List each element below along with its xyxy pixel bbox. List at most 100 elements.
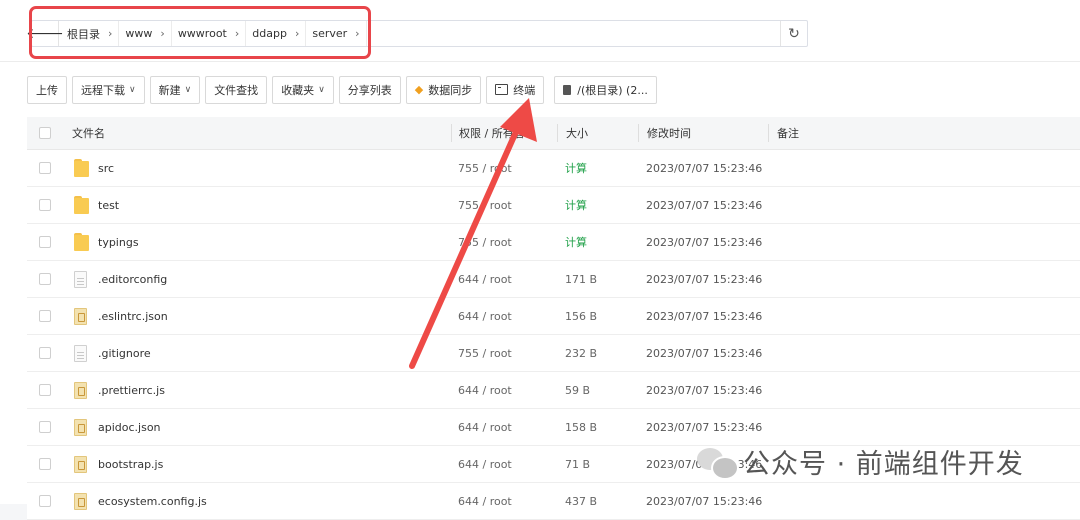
path-input-area[interactable]	[367, 21, 781, 46]
table-row[interactable]: .eslintrc.json 644 / root 156 B 2023/07/07 …	[27, 298, 1080, 335]
favorites-button[interactable]: 收藏夹 ∨	[272, 75, 334, 104]
text-file-icon	[74, 344, 87, 362]
button-label: 终端	[513, 83, 536, 97]
new-button[interactable]: 新建 ∨	[149, 75, 201, 104]
calculate-size-link[interactable]: 计算	[565, 187, 587, 223]
header-note[interactable]: 备注	[777, 117, 799, 149]
file-size: 156 B	[565, 309, 598, 323]
sync-icon: ◆	[414, 83, 424, 96]
permission-link[interactable]: 644 / root	[458, 446, 512, 482]
modified-time: 2023/07/07 15:23:46	[646, 309, 763, 323]
refresh-icon: ↻	[788, 25, 800, 42]
permission-link[interactable]: 644 / root	[458, 409, 512, 445]
row-checkbox[interactable]	[39, 310, 51, 322]
remote-download-button[interactable]: 远程下载 ∨	[72, 75, 145, 104]
modified-time: 2023/07/07 15:23:46	[646, 383, 763, 397]
file-size: 437 B	[565, 494, 598, 508]
data-sync-button[interactable]: ◆ 数据同步	[405, 75, 482, 104]
modified-time: 2023/07/07 15:23:46	[646, 272, 763, 286]
text-file-icon	[74, 270, 87, 288]
watermark-text: 公众号 · 前端组件开发	[743, 448, 1024, 480]
column-divider[interactable]	[451, 124, 452, 142]
code-file-icon	[74, 492, 87, 510]
modified-time: 2023/07/07 15:23:46	[646, 494, 763, 508]
table-row[interactable]: test 755 / root 计算 2023/07/07 15:23:46	[27, 187, 1080, 224]
file-name-link[interactable]: src	[98, 162, 114, 175]
header-perm[interactable]: 权限 / 所有者	[459, 117, 525, 149]
row-checkbox[interactable]	[39, 199, 51, 211]
calculate-size-link[interactable]: 计算	[565, 150, 587, 186]
row-checkbox[interactable]	[39, 162, 51, 174]
table-row[interactable]: .gitignore 755 / root 232 B 2023/07/07 15:2…	[27, 335, 1080, 372]
file-name-link[interactable]: .eslintrc.json	[98, 310, 168, 323]
permission-link[interactable]: 755 / root	[458, 150, 512, 186]
file-name-link[interactable]: .prettierrc.js	[98, 384, 165, 397]
table-row[interactable]: .editorconfig 644 / root 171 B 2023/07/07 1…	[27, 261, 1080, 298]
table-row[interactable]: .prettierrc.js 644 / root 59 B 2023/07/07 1…	[27, 372, 1080, 409]
code-file-icon	[74, 381, 87, 399]
button-label: 新建	[158, 83, 181, 97]
table-row[interactable]: src 755 / root 计算 2023/07/07 15:23:46	[27, 150, 1080, 187]
file-name-link[interactable]: .gitignore	[98, 347, 151, 360]
permission-link[interactable]: 644 / root	[458, 372, 512, 408]
row-checkbox[interactable]	[39, 495, 51, 507]
disk-icon	[563, 84, 572, 95]
permission-link[interactable]: 644 / root	[458, 483, 512, 519]
file-name-link[interactable]: ecosystem.config.js	[98, 495, 207, 508]
share-list-button[interactable]: 分享列表	[338, 75, 401, 104]
modified-time: 2023/07/07 15:23:46	[646, 235, 763, 249]
table-row[interactable]: ecosystem.config.js 644 / root 437 B 2023/0…	[27, 483, 1080, 520]
calculate-size-link[interactable]: 计算	[565, 224, 587, 260]
file-name-link[interactable]: apidoc.json	[98, 421, 161, 434]
button-label: 分享列表	[347, 83, 392, 97]
terminal-button[interactable]: 终端	[486, 75, 545, 104]
permission-link[interactable]: 644 / root	[458, 261, 512, 297]
chevron-down-icon: ∨	[184, 84, 192, 95]
row-checkbox[interactable]	[39, 236, 51, 248]
refresh-button[interactable]: ↻	[781, 21, 807, 46]
row-checkbox[interactable]	[39, 273, 51, 285]
watermark: 公众号 · 前端组件开发	[697, 441, 1024, 481]
file-size: 171 B	[565, 272, 598, 286]
button-label: 远程下载	[81, 83, 125, 97]
row-checkbox[interactable]	[39, 384, 51, 396]
file-name-link[interactable]: test	[98, 199, 119, 212]
header-name[interactable]: 文件名	[72, 117, 105, 149]
table-header: 文件名 权限 / 所有者 大小 修改时间 备注	[27, 117, 1080, 150]
row-checkbox[interactable]	[39, 421, 51, 433]
button-label: 收藏夹	[281, 83, 315, 97]
column-divider[interactable]	[557, 124, 558, 142]
permission-link[interactable]: 755 / root	[458, 335, 512, 371]
row-checkbox[interactable]	[39, 458, 51, 470]
header-size[interactable]: 大小	[566, 117, 588, 149]
file-search-button[interactable]: 文件查找	[205, 75, 268, 104]
permission-link[interactable]: 644 / root	[458, 298, 512, 334]
code-file-icon	[74, 418, 87, 436]
column-divider[interactable]	[638, 124, 639, 142]
permission-link[interactable]: 755 / root	[458, 224, 512, 260]
row-checkbox[interactable]	[39, 347, 51, 359]
table-row[interactable]: typings 755 / root 计算 2023/07/07 15:23:46	[27, 224, 1080, 261]
folder-icon	[74, 159, 89, 177]
select-all-checkbox[interactable]	[39, 127, 51, 139]
column-divider[interactable]	[768, 124, 769, 142]
upload-button[interactable]: 上传	[27, 75, 67, 104]
file-name-link[interactable]: bootstrap.js	[98, 458, 163, 471]
permission-link[interactable]: 755 / root	[458, 187, 512, 223]
disk-button[interactable]: /(根目录) (2...	[554, 75, 657, 104]
file-manager-panel: 🡐 根目录 › www › wwwroot › ddapp › server › ↻ 上传…	[0, 0, 1080, 520]
modified-time: 2023/07/07 15:23:46	[646, 420, 763, 434]
button-label: 文件查找	[214, 83, 259, 97]
terminal-icon	[495, 84, 509, 95]
button-label: 数据同步	[428, 83, 473, 97]
header-mtime[interactable]: 修改时间	[647, 117, 691, 149]
breadcrumb-highlight-box	[29, 6, 371, 59]
file-name-link[interactable]: .editorconfig	[98, 273, 167, 286]
file-name-link[interactable]: typings	[98, 236, 139, 249]
folder-icon	[74, 196, 89, 214]
chevron-down-icon: ∨	[318, 84, 325, 95]
code-file-icon	[74, 307, 87, 325]
button-label: 上传	[36, 83, 58, 97]
modified-time: 2023/07/07 15:23:46	[646, 198, 763, 212]
code-file-icon	[74, 455, 87, 473]
